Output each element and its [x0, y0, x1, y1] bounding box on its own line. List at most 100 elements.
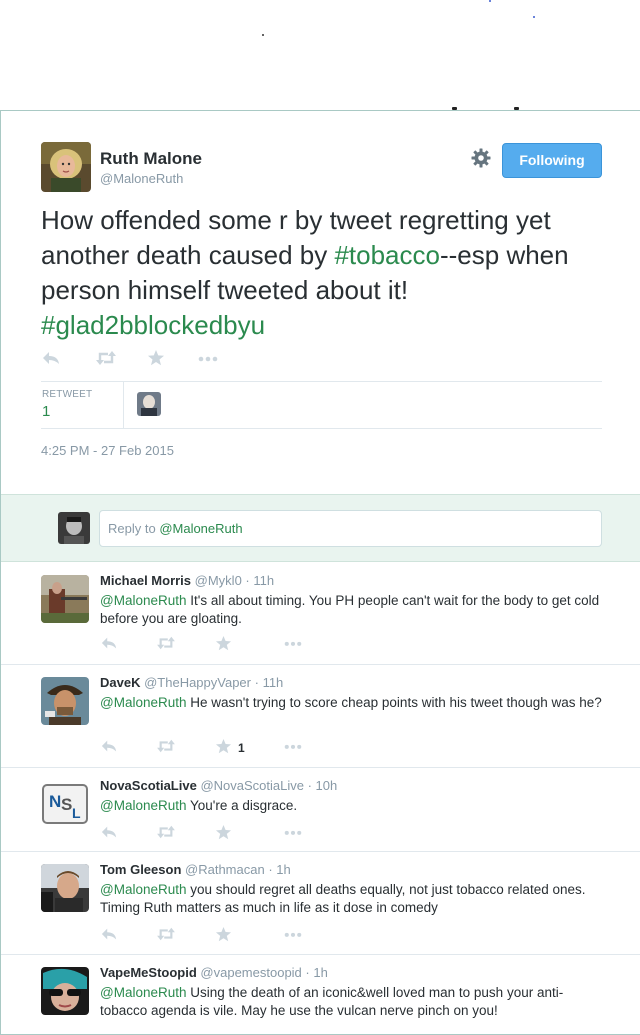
tweet-timestamp[interactable]: 4:25 PM - 27 Feb 2015 [41, 443, 174, 458]
tweet-permalink-card: Ruth Malone @MaloneRuth Following How of… [0, 110, 640, 1035]
reply-input[interactable]: Reply to @MaloneRuth [99, 510, 602, 547]
reply-tweet: Michael Morris @Mykl0 · 11h @MaloneRuth … [1, 563, 640, 665]
reply-mention[interactable]: @MaloneRuth [100, 985, 187, 1000]
reply-separator: · [241, 573, 254, 588]
reply-icon[interactable] [100, 635, 118, 655]
reply-text: @MaloneRuth It's all about timing. You P… [100, 592, 610, 628]
reply-author-name[interactable]: DaveK [100, 675, 140, 690]
reply-author-handle[interactable]: @NovaScotiaLive [200, 778, 304, 793]
reply-header: Tom Gleeson @Rathmacan · 1h [100, 862, 291, 877]
reply-time[interactable]: 11h [263, 675, 284, 690]
reply-tweet: Tom Gleeson @Rathmacan · 1h @MaloneRuth … [1, 852, 640, 955]
more-icon[interactable] [282, 635, 304, 655]
hashtag-link[interactable]: #tobacco [334, 240, 440, 270]
reply-mention[interactable]: @MaloneRuth [100, 882, 187, 897]
reply-separator: · [303, 778, 316, 793]
retweeter-avatar[interactable] [137, 392, 161, 416]
reply-author-handle[interactable]: @TheHappyVaper [144, 675, 251, 690]
reply-header: DaveK @TheHappyVaper · 11h [100, 675, 283, 690]
favorite-icon[interactable] [215, 824, 232, 844]
following-button[interactable]: Following [502, 143, 602, 178]
reply-separator: · [301, 965, 314, 980]
retweet-icon[interactable] [156, 926, 176, 946]
reply-author-name[interactable]: VapeMeStoopid [100, 965, 197, 980]
reply-author-name[interactable]: NovaScotiaLive [100, 778, 197, 793]
reply-mention[interactable]: @MaloneRuth [100, 695, 187, 710]
reply-avatar[interactable] [41, 677, 89, 725]
retweet-stat-count[interactable]: 1 [42, 403, 50, 420]
tweet-stats: RETWEET 1 [41, 381, 602, 428]
reply-icon[interactable] [100, 738, 118, 758]
svg-text:S: S [61, 795, 72, 814]
reply-actions [100, 926, 360, 944]
reply-time[interactable]: 1h [276, 862, 290, 877]
speck [262, 34, 264, 36]
author-avatar[interactable] [41, 142, 91, 192]
reply-text: @MaloneRuth Using the death of an iconic… [100, 984, 610, 1020]
stats-separator [123, 381, 124, 428]
reply-avatar[interactable] [41, 967, 89, 1015]
reply-input-placeholder: Reply to [108, 521, 160, 536]
reply-icon[interactable] [100, 824, 118, 844]
author-name[interactable]: Ruth Malone [100, 149, 202, 169]
retweet-icon[interactable] [156, 635, 176, 655]
reply-time[interactable]: 11h [253, 573, 274, 588]
reply-tweet: VapeMeStoopid @vapemestoopid · 1h @Malon… [1, 955, 640, 1034]
reply-body: You're a disgrace. [186, 798, 298, 813]
retweet-icon[interactable] [156, 824, 176, 844]
reply-header: VapeMeStoopid @vapemestoopid · 1h [100, 965, 328, 980]
reply-author-handle[interactable]: @Rathmacan [185, 862, 265, 877]
divider [41, 428, 602, 429]
more-icon[interactable] [282, 738, 304, 758]
reply-actions: 1 [100, 738, 360, 756]
reply-text: @MaloneRuth you should regret all deaths… [100, 881, 610, 917]
svg-text:N: N [49, 792, 61, 811]
retweet-stat-label[interactable]: RETWEET [42, 389, 92, 400]
author-handle[interactable]: @MaloneRuth [100, 171, 183, 186]
reply-tweet: N S L NovaScotiaLive @NovaScotiaLive · 1… [1, 768, 640, 852]
reply-tweet: DaveK @TheHappyVaper · 11h @MaloneRuth H… [1, 665, 640, 768]
reply-time[interactable]: 1h [313, 965, 327, 980]
reply-author-handle[interactable]: @Mykl0 [195, 573, 242, 588]
favorite-icon[interactable] [215, 926, 232, 946]
reply-mention[interactable]: @MaloneRuth [100, 593, 187, 608]
reply-separator: · [264, 862, 277, 877]
tweet-text: How offended some r by tweet regretting … [41, 203, 621, 343]
user-avatar [58, 512, 90, 544]
retweet-icon[interactable] [95, 349, 117, 369]
gear-icon[interactable] [470, 147, 492, 169]
reply-header: NovaScotiaLive @NovaScotiaLive · 10h [100, 778, 337, 793]
reply-input-mention: @MaloneRuth [159, 521, 243, 536]
reply-avatar[interactable] [41, 864, 89, 912]
reply-time[interactable]: 10h [316, 778, 338, 793]
reply-header: Michael Morris @Mykl0 · 11h [100, 573, 274, 588]
reply-author-handle[interactable]: @vapemestoopid [200, 965, 301, 980]
favorite-icon[interactable] [147, 349, 165, 369]
reply-avatar[interactable] [41, 575, 89, 623]
reply-actions [100, 635, 360, 653]
reply-composer: Reply to @MaloneRuth [1, 494, 640, 562]
reply-mention[interactable]: @MaloneRuth [100, 798, 187, 813]
speck [533, 16, 535, 18]
reply-text: @MaloneRuth You're a disgrace. [100, 797, 610, 815]
more-icon[interactable] [197, 349, 219, 369]
main-tweet: Ruth Malone @MaloneRuth Following How of… [1, 111, 640, 494]
svg-text:L: L [72, 805, 81, 821]
reply-text: @MaloneRuth He wasn't trying to score ch… [100, 694, 610, 712]
reply-separator: · [251, 675, 263, 690]
reply-body: He wasn't trying to score cheap points w… [186, 695, 602, 710]
reply-icon[interactable] [100, 926, 118, 946]
more-icon[interactable] [282, 824, 304, 844]
reply-author-name[interactable]: Michael Morris [100, 573, 191, 588]
favorite-icon[interactable] [215, 635, 232, 655]
more-icon[interactable] [282, 926, 304, 946]
reply-icon[interactable] [41, 349, 61, 369]
favorite-count: 1 [238, 741, 245, 755]
retweet-icon[interactable] [156, 738, 176, 758]
reply-avatar[interactable]: N S L [41, 780, 89, 828]
hashtag-link[interactable]: #glad2bblockedbyu [41, 310, 265, 340]
reply-actions [100, 824, 360, 842]
reply-author-name[interactable]: Tom Gleeson [100, 862, 181, 877]
speck [489, 0, 491, 2]
favorite-icon[interactable] [215, 738, 232, 758]
